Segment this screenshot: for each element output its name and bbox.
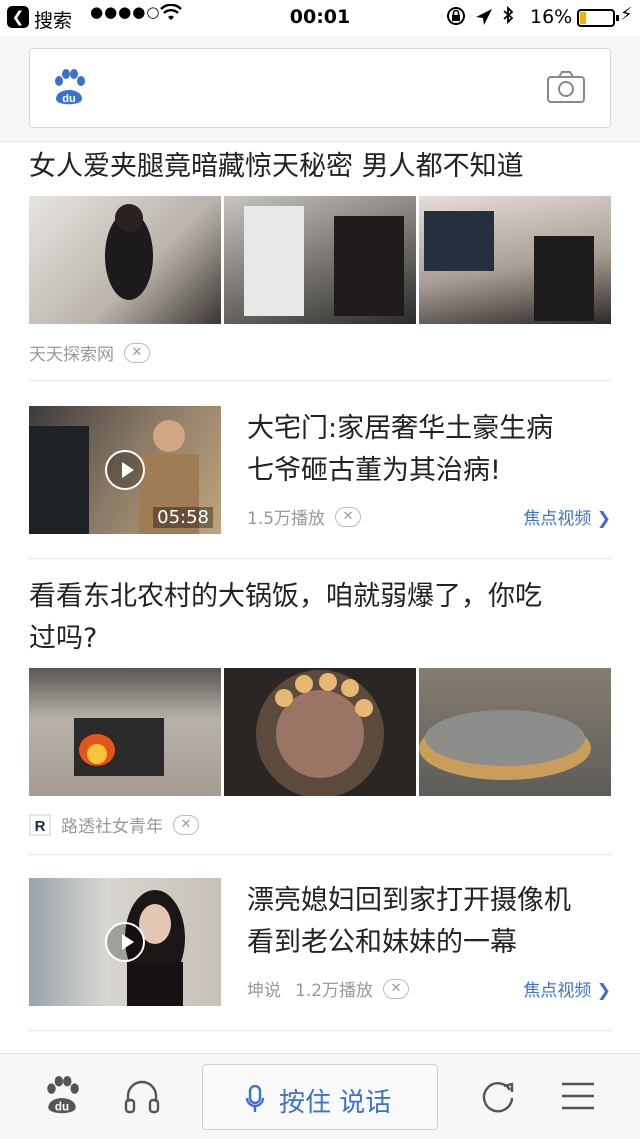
article-title[interactable]: 大宅门:家居奢华土豪生病 七爷砸古董为其治病! (247, 408, 553, 492)
list-item[interactable]: 05:58 大宅门:家居奢华土豪生病 七爷砸古董为其治病! 1.5万播放 ✕ 焦… (29, 406, 611, 536)
article-image[interactable] (419, 196, 611, 324)
article-title[interactable]: 女人爱夹腿竟暗藏惊天秘密 男人都不知道 (29, 146, 611, 188)
article-title[interactable]: 看看东北农村的大锅饭，咱就弱爆了，你吃 过吗? (29, 576, 611, 660)
voice-search-button[interactable]: 按住 说话 (202, 1064, 438, 1130)
battery-icon (577, 9, 619, 27)
refresh-icon[interactable] (478, 1076, 518, 1116)
list-item[interactable]: 女人爱夹腿竟暗藏惊天秘密 男人都不知道 天天探索网 ✕ (29, 146, 611, 365)
video-thumbnail[interactable] (29, 878, 221, 1006)
bluetooth-icon (503, 5, 514, 25)
article-image[interactable] (419, 668, 611, 796)
author-label: 坤说 (247, 981, 281, 1001)
play-count: 1.5万播放 (247, 509, 326, 529)
baidu-home-icon[interactable]: du (42, 1076, 82, 1116)
video-duration: 05:58 (153, 507, 213, 528)
source-label: 路透社女青年 (61, 817, 163, 837)
play-icon[interactable] (105, 450, 145, 490)
camera-icon[interactable] (546, 69, 586, 105)
article-title[interactable]: 漂亮媳妇回到家打开摄像机 看到老公和妹妹的一幕 (247, 880, 571, 964)
lock-icon (447, 7, 465, 25)
source-logo-icon: R (29, 814, 51, 835)
article-image[interactable] (224, 196, 416, 324)
svg-text:du: du (62, 93, 75, 105)
play-icon[interactable] (105, 922, 145, 962)
dismiss-button[interactable]: ✕ (383, 978, 410, 999)
article-image[interactable] (29, 668, 221, 796)
divider (29, 558, 611, 559)
voice-button-label: 按住 说话 (279, 1088, 392, 1118)
divider (29, 1030, 611, 1031)
search-header: du (0, 36, 640, 142)
location-icon (476, 9, 492, 25)
baidu-logo-icon: du (55, 69, 85, 105)
list-item[interactable]: 漂亮媳妇回到家打开摄像机 看到老公和妹妹的一幕 坤说 1.2万播放 ✕ 焦点视频… (29, 878, 611, 1008)
play-count: 1.2万播放 (295, 981, 374, 1001)
bottom-toolbar: du 按住 说话 (0, 1053, 640, 1139)
charging-icon: ⚡ (620, 4, 633, 25)
source-label: 天天探索网 (29, 345, 114, 365)
headphones-icon[interactable] (122, 1076, 162, 1116)
search-input[interactable]: du (29, 48, 611, 128)
divider (29, 854, 611, 855)
divider (29, 380, 611, 381)
article-image[interactable] (224, 668, 416, 796)
svg-text:du: du (55, 1102, 69, 1114)
menu-icon[interactable] (558, 1076, 598, 1116)
mic-icon (245, 1085, 265, 1112)
dismiss-button[interactable]: ✕ (124, 342, 150, 363)
source-link[interactable]: 焦点视频 ❯ (523, 504, 611, 529)
article-image[interactable] (29, 196, 221, 324)
dismiss-button[interactable]: ✕ (335, 506, 362, 527)
battery-percentage: 16% (530, 6, 573, 28)
svg-text:R: R (35, 818, 46, 835)
list-item[interactable]: 看看东北农村的大锅饭，咱就弱爆了，你吃 过吗? R 路透社女青年 ✕ (29, 576, 611, 837)
source-link[interactable]: 焦点视频 ❯ (523, 976, 611, 1001)
dismiss-button[interactable]: ✕ (173, 814, 199, 835)
video-thumbnail[interactable]: 05:58 (29, 406, 221, 534)
status-bar: ❮ 搜索 ●●●●○ 00:01 16% ⚡ (0, 0, 640, 36)
